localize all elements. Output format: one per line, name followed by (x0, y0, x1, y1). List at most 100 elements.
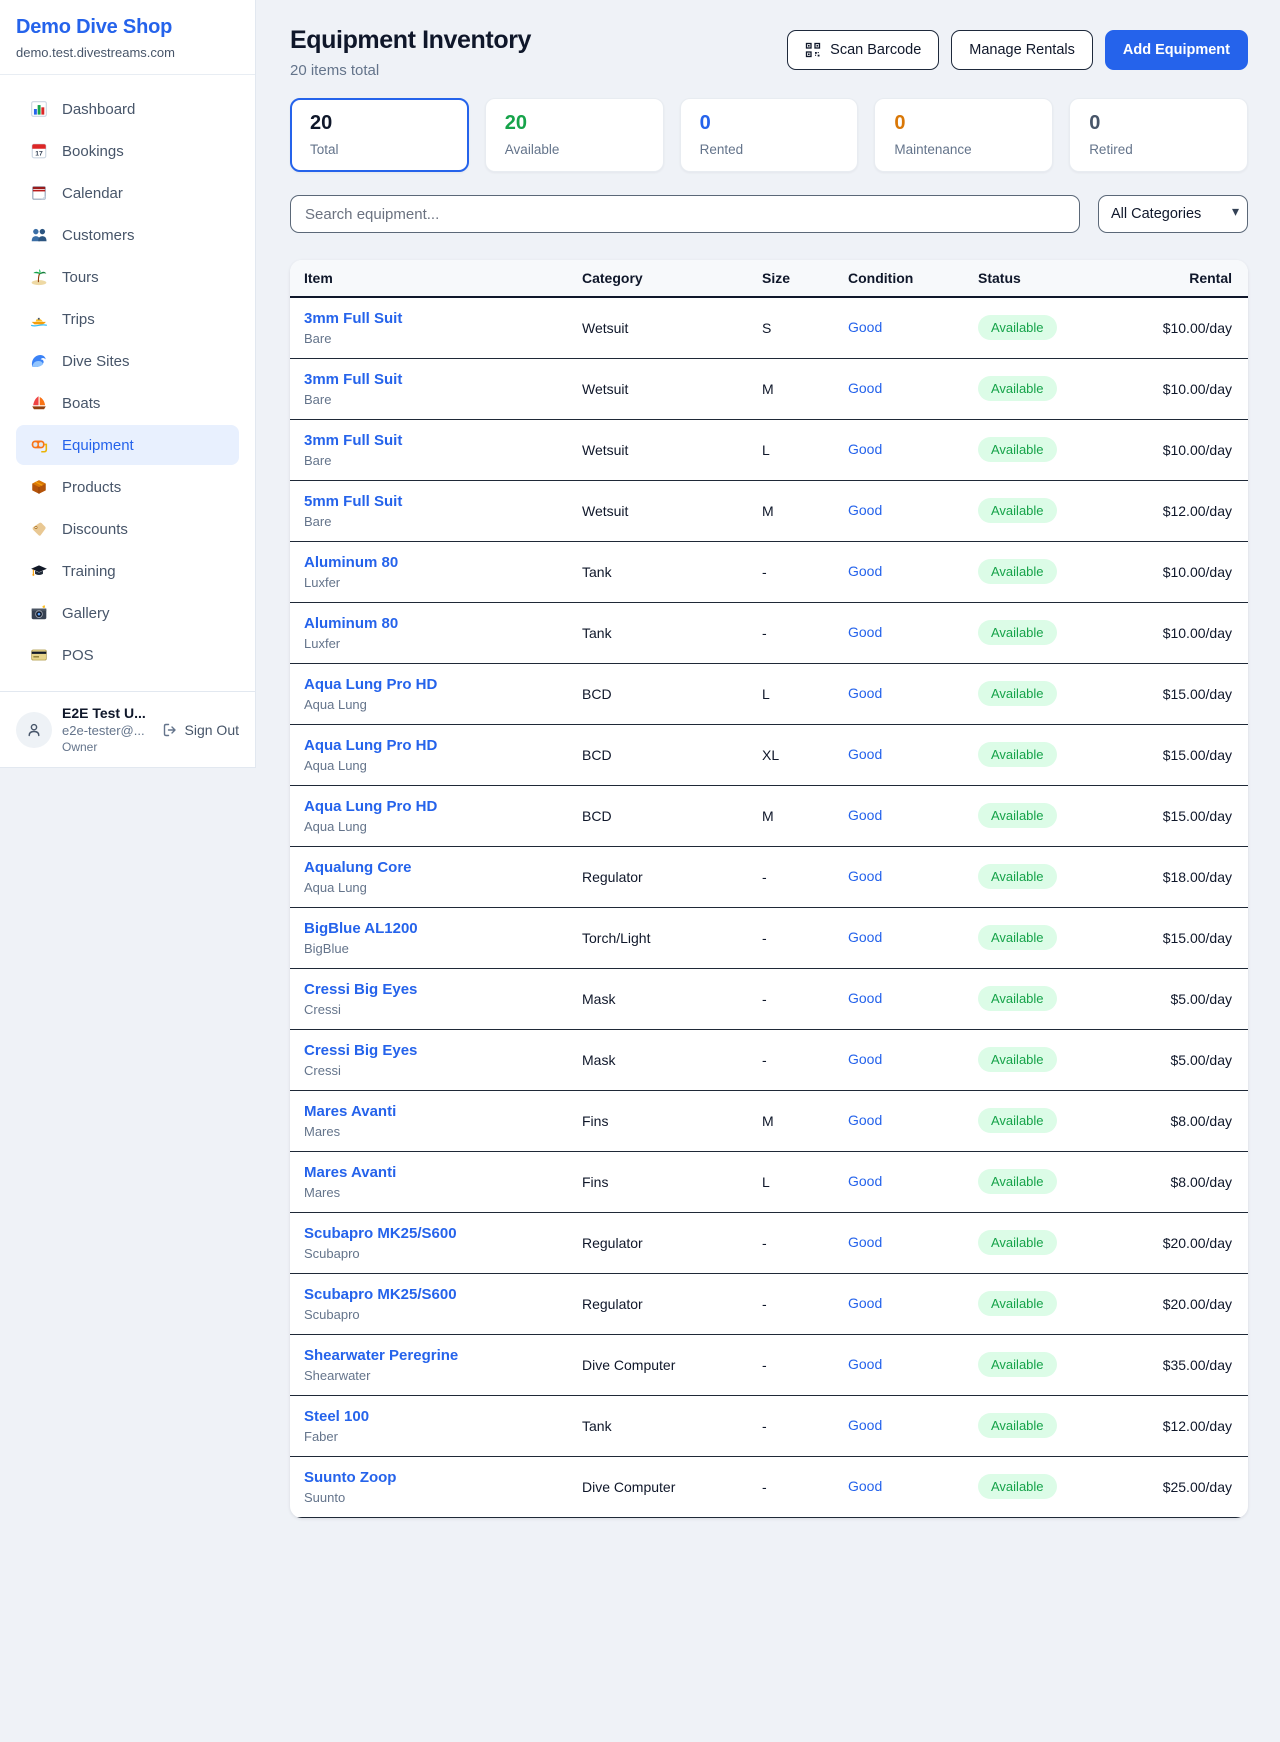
item-name-link[interactable]: Aqua Lung Pro HD (304, 676, 582, 693)
user-role: Owner (62, 740, 146, 754)
scan-barcode-label: Scan Barcode (830, 42, 921, 58)
table-row: Mares Avanti Mares Fins M Good Available… (290, 1090, 1248, 1151)
status-badge: Available (978, 498, 1057, 523)
stat-card-maintenance[interactable]: 0 Maintenance (874, 98, 1053, 172)
item-size: - (762, 1456, 848, 1517)
scan-barcode-button[interactable]: Scan Barcode (787, 30, 939, 70)
condition-link[interactable]: Good (848, 746, 882, 762)
item-name-link[interactable]: Shearwater Peregrine (304, 1347, 582, 1364)
condition-link[interactable]: Good (848, 502, 882, 518)
stat-card-available[interactable]: 20 Available (485, 98, 664, 172)
condition-link[interactable]: Good (848, 441, 882, 457)
condition-link[interactable]: Good (848, 624, 882, 640)
condition-link[interactable]: Good (848, 1051, 882, 1067)
condition-link[interactable]: Good (848, 319, 882, 335)
sidebar-item-products[interactable]: Products (16, 467, 239, 507)
item-name-link[interactable]: Suunto Zoop (304, 1469, 582, 1486)
main-content: Equipment Inventory 20 items total Scan … (256, 0, 1280, 1518)
sidebar-item-training[interactable]: Training (16, 551, 239, 591)
condition-link[interactable]: Good (848, 1417, 882, 1433)
sailboat-icon (29, 393, 49, 413)
table-row: Suunto Zoop Suunto Dive Computer - Good … (290, 1456, 1248, 1517)
item-category: Wetsuit (582, 419, 762, 480)
sidebar-item-boats[interactable]: Boats (16, 383, 239, 423)
item-rental: $10.00/day (1128, 419, 1248, 480)
item-size: XL (762, 724, 848, 785)
condition-link[interactable]: Good (848, 1173, 882, 1189)
stat-card-retired[interactable]: 0 Retired (1069, 98, 1248, 172)
item-size: - (762, 968, 848, 1029)
category-select[interactable]: All Categories (1098, 195, 1248, 233)
sidebar-item-dive-sites[interactable]: Dive Sites (16, 341, 239, 381)
sidebar-item-trips[interactable]: Trips (16, 299, 239, 339)
item-name-link[interactable]: Aqualung Core (304, 859, 582, 876)
item-category: Mask (582, 1029, 762, 1090)
add-equipment-button[interactable]: Add Equipment (1105, 30, 1248, 70)
item-name-link[interactable]: Cressi Big Eyes (304, 981, 582, 998)
item-brand: Bare (304, 514, 582, 529)
item-name-link[interactable]: Aluminum 80 (304, 615, 582, 632)
condition-link[interactable]: Good (848, 1112, 882, 1128)
condition-link[interactable]: Good (848, 1478, 882, 1494)
grad-cap-icon (29, 561, 49, 581)
item-name-link[interactable]: Mares Avanti (304, 1103, 582, 1120)
item-name-link[interactable]: Cressi Big Eyes (304, 1042, 582, 1059)
sidebar-item-calendar[interactable]: Calendar (16, 173, 239, 213)
condition-link[interactable]: Good (848, 685, 882, 701)
item-name-link[interactable]: Scubapro MK25/S600 (304, 1286, 582, 1303)
sidebar-item-equipment[interactable]: Equipment (16, 425, 239, 465)
item-name-link[interactable]: Aqua Lung Pro HD (304, 737, 582, 754)
item-name-link[interactable]: Aqua Lung Pro HD (304, 798, 582, 815)
item-name-link[interactable]: Aluminum 80 (304, 554, 582, 571)
table-row: Scubapro MK25/S600 Scubapro Regulator - … (290, 1273, 1248, 1334)
sidebar-item-dashboard[interactable]: Dashboard (16, 89, 239, 129)
condition-link[interactable]: Good (848, 868, 882, 884)
sidebar-item-label: Customers (62, 227, 135, 244)
people-icon (29, 225, 49, 245)
sidebar-item-discounts[interactable]: Discounts (16, 509, 239, 549)
item-name-link[interactable]: 3mm Full Suit (304, 371, 582, 388)
item-size: - (762, 1273, 848, 1334)
item-name-link[interactable]: 5mm Full Suit (304, 493, 582, 510)
stat-card-rented[interactable]: 0 Rented (680, 98, 859, 172)
item-name-link[interactable]: Scubapro MK25/S600 (304, 1225, 582, 1242)
condition-link[interactable]: Good (848, 1234, 882, 1250)
manage-rentals-button[interactable]: Manage Rentals (951, 30, 1093, 70)
stat-value-retired: 0 (1089, 112, 1228, 135)
sidebar-item-pos[interactable]: POS (16, 635, 239, 675)
column-header-size: Size (762, 260, 848, 297)
condition-link[interactable]: Good (848, 1356, 882, 1372)
table-row: 3mm Full Suit Bare Wetsuit M Good Availa… (290, 358, 1248, 419)
item-rental: $18.00/day (1128, 846, 1248, 907)
item-name-link[interactable]: BigBlue AL1200 (304, 920, 582, 937)
status-badge: Available (978, 1291, 1057, 1316)
condition-link[interactable]: Good (848, 1295, 882, 1311)
item-name-link[interactable]: Steel 100 (304, 1408, 582, 1425)
item-name-link[interactable]: 3mm Full Suit (304, 432, 582, 449)
item-brand: Shearwater (304, 1368, 582, 1383)
item-category: Tank (582, 541, 762, 602)
condition-link[interactable]: Good (848, 990, 882, 1006)
sign-out-button[interactable]: Sign Out (162, 722, 239, 738)
sidebar-item-gallery[interactable]: Gallery (16, 593, 239, 633)
status-badge: Available (978, 986, 1057, 1011)
speedboat-icon (29, 309, 49, 329)
brand-name[interactable]: Demo Dive Shop (16, 16, 239, 39)
status-badge: Available (978, 559, 1057, 584)
condition-link[interactable]: Good (848, 563, 882, 579)
sign-out-label: Sign Out (185, 722, 239, 738)
item-size: - (762, 1395, 848, 1456)
condition-link[interactable]: Good (848, 929, 882, 945)
condition-link[interactable]: Good (848, 807, 882, 823)
stat-card-total[interactable]: 20 Total (290, 98, 469, 172)
condition-link[interactable]: Good (848, 380, 882, 396)
item-category: Regulator (582, 1212, 762, 1273)
item-brand: Luxfer (304, 575, 582, 590)
sidebar-item-customers[interactable]: Customers (16, 215, 239, 255)
status-badge: Available (978, 925, 1057, 950)
sidebar-item-tours[interactable]: Tours (16, 257, 239, 297)
item-name-link[interactable]: Mares Avanti (304, 1164, 582, 1181)
item-name-link[interactable]: 3mm Full Suit (304, 310, 582, 327)
search-input[interactable] (290, 195, 1080, 233)
sidebar-item-bookings[interactable]: 17 Bookings (16, 131, 239, 171)
